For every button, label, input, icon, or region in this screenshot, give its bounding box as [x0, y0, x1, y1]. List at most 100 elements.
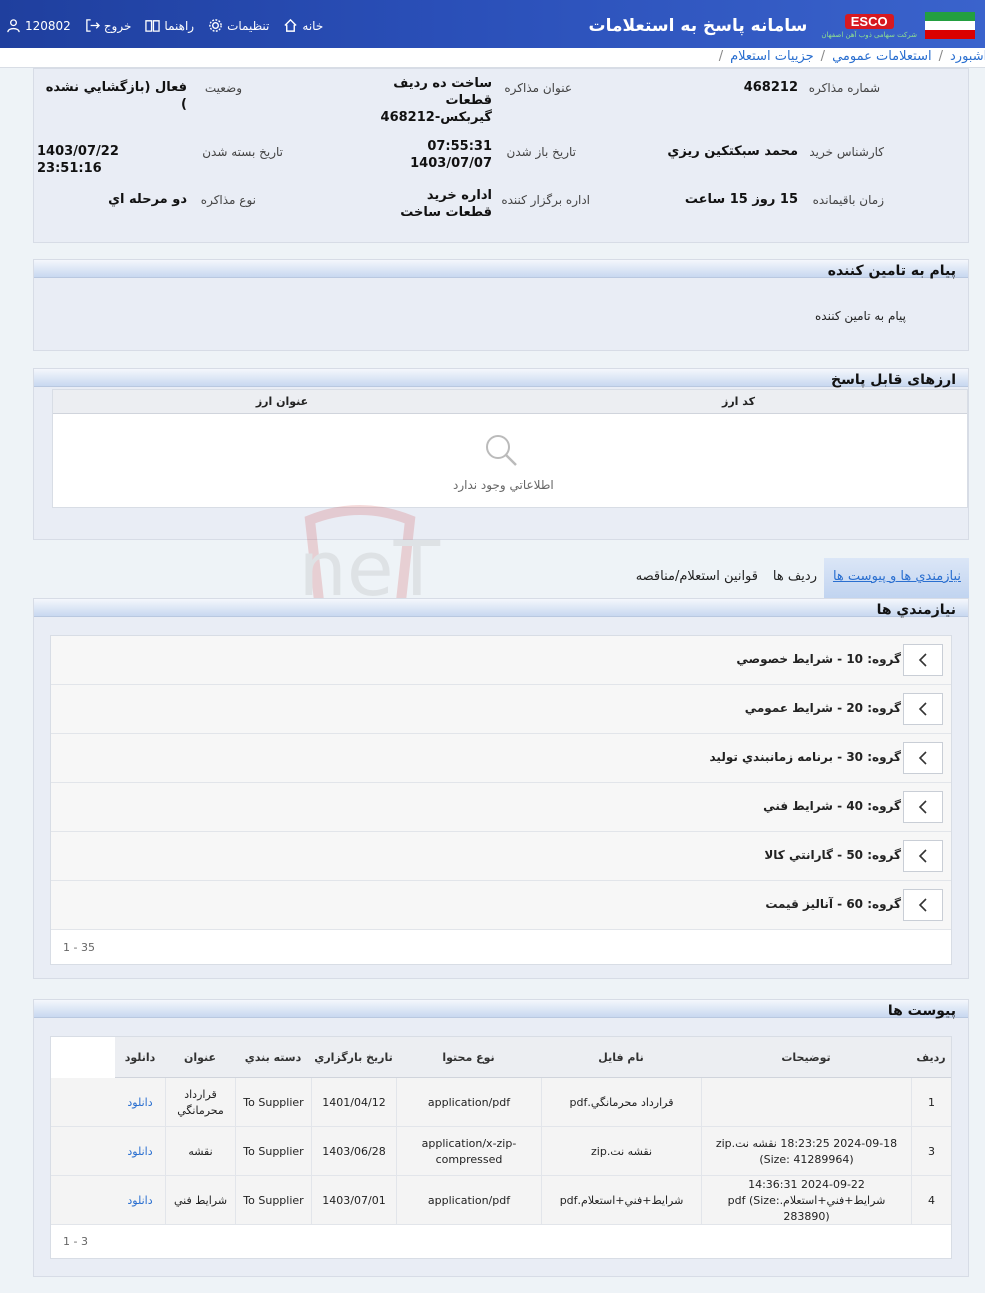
column-header-title[interactable]: عنوان [165, 1037, 235, 1078]
currencies-title: ارزهای قابل پاسخ [830, 372, 956, 388]
expert-label: کارشناس خريد [809, 145, 884, 159]
supplier-message-title: پيام به تامين کننده [827, 263, 956, 279]
group-row[interactable]: گروه: 20 - شرايط عمومي [51, 685, 951, 734]
group-label: گروه: 60 - آناليز قيمت [765, 897, 901, 911]
logout-icon [86, 19, 100, 32]
menu-user[interactable]: 120802 [6, 18, 71, 33]
column-header-currency-code[interactable]: کد ارز [509, 390, 967, 414]
menu-settings-label: تنظیمات [227, 18, 270, 33]
chevron-left-icon [918, 898, 927, 912]
cell-content-type: application/pdf [396, 1078, 541, 1127]
close-date: 1403/07/22 23:51:16 [37, 144, 119, 176]
tab-needs-attachments[interactable]: نيازمندي ها و پيوست ها [833, 569, 961, 584]
group-label: گروه: 50 - گارانتي کالا [764, 848, 901, 862]
group-row[interactable]: گروه: 40 - شرايط فني [51, 783, 951, 832]
iran-flag-logo [925, 8, 975, 44]
cell-category: To Supplier [235, 1127, 311, 1176]
column-header-upload-date[interactable]: تاريخ بارگزاري [311, 1037, 396, 1078]
menu-help-label: راهنما [164, 18, 195, 33]
column-header-currency-title[interactable]: عنوان ارز [53, 390, 511, 414]
user-icon [7, 19, 20, 33]
organizer: اداره خريد قطعات ساخت [400, 188, 492, 220]
status-label: وضعيت [204, 81, 242, 95]
negotiation-type-label: نوع مذاکره [200, 193, 256, 207]
menu-home[interactable]: خانه [283, 18, 323, 33]
cell-file-name: شرايط+فني+استعلام.pdf [541, 1176, 701, 1225]
esco-subtitle: شرکت سهامی ذوب آهن اصفهان [821, 30, 917, 39]
menu-settings[interactable]: تنظیمات [208, 18, 269, 33]
cell-title: قرارداد محرمانگي [165, 1078, 235, 1127]
group-row[interactable]: گروه: 60 - آناليز قيمت [51, 881, 951, 930]
cell-upload-date: 1403/07/01 [311, 1176, 396, 1225]
cell-upload-date: 1401/04/12 [311, 1078, 396, 1127]
column-header-file-name[interactable]: نام فايل [541, 1037, 701, 1078]
expand-group-button[interactable] [903, 742, 943, 774]
remaining-time-label: زمان باقيمانده [812, 193, 884, 207]
expand-group-button[interactable] [903, 644, 943, 676]
open-date-label: تاريخ باز شدن [506, 145, 576, 159]
top-bar: ESCO شرکت سهامی ذوب آهن اصفهان سامانه پا… [0, 0, 985, 48]
cell-description: 2024-09-22 14:36:31 شرايط+فني+استعلام.pd… [701, 1176, 911, 1225]
table-row: 4 2024-09-22 14:36:31 شرايط+فني+استعلام.… [51, 1176, 951, 1225]
title-label: عنوان مذاکره [504, 81, 572, 95]
attachments-panel: پيوست ها رديف توضيحات نام فايل نوع محتوا… [33, 999, 969, 1277]
cell-description [701, 1078, 911, 1127]
top-menu: خانه تنظیمات راهنما خروج 120802 [6, 18, 323, 33]
column-header-content-type[interactable]: نوع محتوا [396, 1037, 541, 1078]
download-link[interactable]: دانلود [115, 1176, 165, 1225]
group-label: گروه: 20 - شرايط عمومي [744, 701, 901, 715]
cell-file-name: قرارداد محرمانگي.pdf [541, 1078, 701, 1127]
brand: ESCO شرکت سهامی ذوب آهن اصفهان سامانه پا… [588, 6, 975, 46]
group-row[interactable]: گروه: 30 - برنامه زمانبندي توليد [51, 734, 951, 783]
cell-title: شرايط فني [165, 1176, 235, 1225]
cell-content-type: application/x-zip-compressed [396, 1127, 541, 1176]
breadcrumb-inquiry-details[interactable]: جزييات استعلام [730, 49, 814, 64]
status-value: فعال (بازگشايي نشده ) [45, 80, 187, 112]
group-label: گروه: 30 - برنامه زمانبندي توليد [709, 750, 902, 764]
column-header-description[interactable]: توضيحات [701, 1037, 911, 1078]
cell-upload-date: 1403/06/28 [311, 1127, 396, 1176]
close-date-label: تاريخ بسته شدن [202, 145, 283, 159]
book-icon [145, 20, 161, 32]
esco-logo: ESCO شرکت سهامی ذوب آهن اصفهان [821, 13, 917, 39]
negotiation-type: دو مرحله اي [108, 192, 187, 207]
expand-group-button[interactable] [903, 840, 943, 872]
chevron-left-icon [918, 653, 927, 667]
supplier-message-panel: پيام به تامين کننده پيام به تامين کننده [33, 259, 969, 351]
breadcrumb-separator: / [820, 49, 826, 64]
column-header-download[interactable]: دانلود [115, 1037, 165, 1078]
download-link[interactable]: دانلود [115, 1127, 165, 1176]
group-row[interactable]: گروه: 50 - گارانتي کالا [51, 832, 951, 881]
group-row[interactable]: گروه: 10 - شرايط خصوصي [51, 636, 951, 685]
attachments-table: رديف توضيحات نام فايل نوع محتوا تاريخ با… [50, 1036, 952, 1259]
menu-help[interactable]: راهنما [145, 18, 194, 33]
tab-rows[interactable]: رديف ها [773, 569, 817, 584]
tab-rules[interactable]: قوانين استعلام/مناقصه [636, 569, 758, 584]
cell-title: نقشه [165, 1127, 235, 1176]
expand-group-button[interactable] [903, 791, 943, 823]
chevron-left-icon [918, 849, 927, 863]
attachments-pager: 1 - 3 [63, 1235, 88, 1248]
menu-home-label: خانه [302, 18, 324, 33]
group-label: گروه: 10 - شرايط خصوصي [736, 652, 901, 666]
app-title: سامانه پاسخ به استعلامات [588, 16, 808, 36]
download-link[interactable]: دانلود [115, 1078, 165, 1127]
menu-user-id: 120802 [25, 18, 71, 33]
cell-description: 2024-09-18 18:23:25 نقشه نت.zip (Size: 4… [701, 1127, 911, 1176]
needs-title: نيازمندي ها [876, 602, 956, 618]
breadcrumb-bar: داشبورد / استعلامات عمومي / جزييات استعل… [0, 48, 985, 68]
cell-row: 1 [911, 1078, 951, 1127]
breadcrumb-public-inquiries[interactable]: استعلامات عمومي [832, 49, 932, 64]
chevron-left-icon [918, 702, 927, 716]
column-header-category[interactable]: دسته بندي [235, 1037, 311, 1078]
breadcrumb-dashboard[interactable]: داشبورد [950, 49, 985, 64]
expand-group-button[interactable] [903, 693, 943, 725]
negotiation-number: 468212 [743, 80, 798, 95]
currencies-panel: ارزهای قابل پاسخ کد ارز عنوان ارز اطلاعا… [33, 368, 969, 540]
expand-group-button[interactable] [903, 889, 943, 921]
menu-logout[interactable]: خروج [85, 18, 132, 33]
column-header-row[interactable]: رديف [911, 1037, 951, 1078]
esco-badge: ESCO [844, 13, 894, 29]
menu-logout-label: خروج [103, 18, 132, 33]
inquiry-info-panel: شماره مذاکره 468212 عنوان مذاکره ساخت ده… [33, 68, 969, 243]
